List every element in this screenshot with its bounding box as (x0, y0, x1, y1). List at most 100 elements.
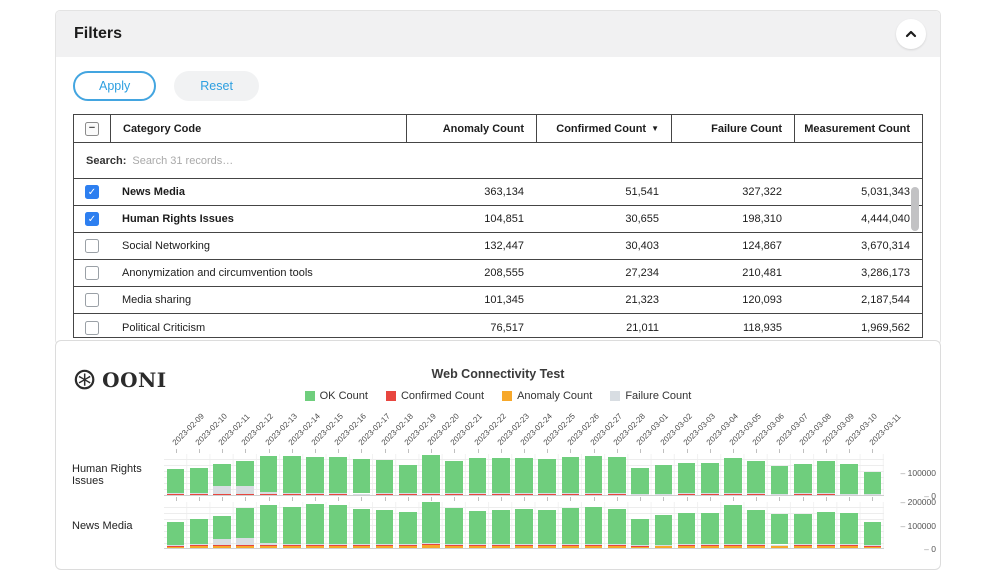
x-tick (617, 497, 618, 501)
bar-2023-02-28[interactable] (608, 509, 626, 548)
cell-anomaly: 132,447 (406, 233, 536, 259)
segment-ok-count (353, 459, 371, 493)
row-checkbox[interactable] (85, 266, 99, 280)
bar-2023-03-11[interactable] (864, 522, 882, 548)
bar-2023-02-26[interactable] (562, 457, 580, 495)
bar-2023-02-26[interactable] (562, 508, 580, 548)
bar-2023-02-22[interactable] (469, 458, 487, 495)
apply-button[interactable]: Apply (73, 71, 156, 101)
bar-2023-02-20[interactable] (422, 455, 440, 495)
collapse-panel-button[interactable] (896, 19, 926, 49)
x-tick (292, 449, 293, 453)
bar-2023-02-17[interactable] (353, 509, 371, 548)
column-header-anomaly[interactable]: Anomaly Count (406, 115, 536, 142)
bar-2023-02-18[interactable] (376, 460, 394, 495)
bar-2023-03-04[interactable] (701, 463, 719, 495)
bar-2023-03-09[interactable] (817, 512, 835, 548)
bar-2023-02-10[interactable] (190, 519, 208, 548)
bar-2023-03-02[interactable] (655, 465, 673, 495)
bar-2023-02-17[interactable] (353, 459, 371, 495)
bar-2023-02-25[interactable] (538, 510, 556, 548)
column-header-confirmed[interactable]: Confirmed Count ▼ (536, 115, 671, 142)
row-checkbox[interactable]: ✓ (85, 185, 99, 199)
row-checkbox[interactable]: ✓ (85, 212, 99, 226)
column-header-measurement[interactable]: Measurement Count (794, 115, 922, 142)
bar-2023-02-10[interactable] (190, 468, 208, 495)
segment-anomaly-count (724, 545, 742, 548)
bar-2023-03-07[interactable] (771, 514, 789, 548)
bar-2023-03-04[interactable] (701, 513, 719, 548)
bar-2023-02-21[interactable] (445, 508, 463, 548)
reset-button[interactable]: Reset (174, 71, 259, 101)
bar-2023-03-03[interactable] (678, 463, 696, 495)
bar-2023-03-03[interactable] (678, 513, 696, 548)
column-header-category[interactable]: Category Code (110, 115, 406, 142)
bar-2023-03-02[interactable] (655, 515, 673, 548)
bar-2023-02-11[interactable] (213, 516, 231, 548)
segment-anomaly-count (655, 494, 673, 495)
bar-2023-03-08[interactable] (794, 514, 812, 549)
bar-2023-03-06[interactable] (747, 461, 765, 495)
row-checkbox[interactable] (85, 293, 99, 307)
bar-2023-02-19[interactable] (399, 512, 417, 548)
bar-2023-02-19[interactable] (399, 465, 417, 495)
segment-anomaly-count (283, 494, 301, 495)
bar-2023-03-09[interactable] (817, 461, 835, 495)
bar-2023-03-08[interactable] (794, 464, 812, 495)
bar-2023-02-22[interactable] (469, 511, 487, 548)
bar-2023-02-14[interactable] (283, 456, 301, 495)
bar-2023-02-16[interactable] (329, 457, 347, 495)
bar-2023-02-23[interactable] (492, 510, 510, 548)
segment-failure-count (771, 494, 789, 495)
plot-human-rights (164, 454, 884, 496)
select-all-checkbox[interactable]: − (85, 122, 99, 136)
filters-title: Filters (74, 25, 122, 43)
segment-failure-count (515, 493, 533, 494)
bar-2023-02-14[interactable] (283, 507, 301, 548)
bar-2023-02-16[interactable] (329, 505, 347, 548)
bar-2023-02-20[interactable] (422, 502, 440, 548)
x-tick (385, 497, 386, 501)
bar-2023-03-07[interactable] (771, 466, 789, 495)
bar-2023-02-09[interactable] (167, 522, 185, 548)
bar-2023-02-21[interactable] (445, 461, 463, 495)
bar-2023-02-11[interactable] (213, 464, 231, 495)
bar-2023-02-13[interactable] (260, 505, 278, 548)
segment-ok-count (445, 508, 463, 544)
bar-2023-02-27[interactable] (585, 507, 603, 548)
bar-2023-02-15[interactable] (306, 457, 324, 495)
bar-2023-03-06[interactable] (747, 510, 765, 548)
bar-2023-03-10[interactable] (840, 464, 858, 495)
bar-2023-03-01[interactable] (631, 519, 649, 548)
bar-2023-03-05[interactable] (724, 505, 742, 548)
segment-failure-count (213, 539, 231, 545)
bar-2023-03-01[interactable] (631, 468, 649, 495)
table-scrollbar-thumb[interactable] (911, 187, 919, 231)
bar-2023-02-12[interactable] (236, 508, 254, 548)
bar-2023-02-23[interactable] (492, 458, 510, 495)
column-header-failure[interactable]: Failure Count (671, 115, 794, 142)
row-checkbox[interactable] (85, 239, 99, 253)
bar-2023-02-25[interactable] (538, 459, 556, 495)
bar-2023-03-05[interactable] (724, 458, 742, 495)
bar-2023-02-15[interactable] (306, 504, 324, 548)
bar-2023-02-18[interactable] (376, 510, 394, 548)
segment-anomaly-count (190, 546, 208, 548)
bar-2023-02-27[interactable] (585, 456, 603, 495)
segment-anomaly-count (562, 545, 580, 548)
search-input[interactable] (132, 155, 922, 167)
bar-2023-02-24[interactable] (515, 458, 533, 495)
select-all-cell[interactable]: − (74, 115, 110, 142)
row-checkbox[interactable] (85, 321, 99, 335)
bar-2023-02-09[interactable] (167, 469, 185, 495)
bar-2023-03-11[interactable] (864, 472, 882, 495)
bar-2023-02-13[interactable] (260, 456, 278, 495)
segment-ok-count (771, 514, 789, 544)
bar-2023-02-28[interactable] (608, 457, 626, 495)
bar-2023-03-10[interactable] (840, 513, 858, 548)
bar-2023-02-24[interactable] (515, 509, 533, 548)
segment-anomaly-count (422, 494, 440, 495)
x-tick (385, 449, 386, 453)
plot-news-media (164, 502, 884, 549)
bar-2023-02-12[interactable] (236, 461, 254, 495)
